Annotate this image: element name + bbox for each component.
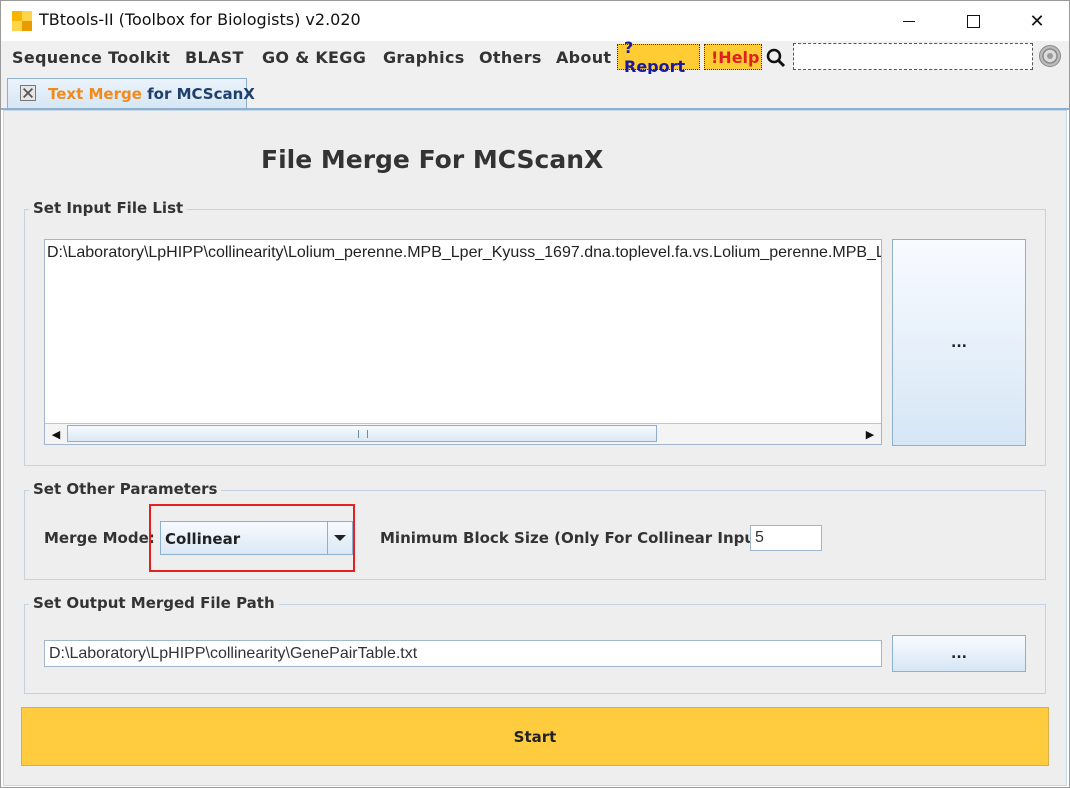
menu-go-kegg[interactable]: GO & KEGG (262, 48, 366, 67)
scroll-left-icon[interactable]: ◀ (46, 425, 66, 443)
horizontal-scrollbar[interactable]: ◀ ▶ (45, 423, 881, 444)
output-path-input[interactable]: D:\Laboratory\LpHIPP\collinearity\GenePa… (44, 640, 882, 667)
close-icon: ✕ (1029, 10, 1045, 32)
merge-mode-label: Merge Mode: (44, 529, 155, 547)
tab-title: Text Merge for MCScanX (48, 85, 255, 103)
close-icon[interactable] (20, 85, 36, 101)
minimize-button[interactable] (877, 1, 941, 41)
input-file-group-title: Set Input File List (29, 199, 188, 217)
tab-title-highlight: Text Merge (48, 85, 142, 103)
list-item[interactable]: D:\Laboratory\LpHIPP\collinearity\Lolium… (47, 244, 881, 262)
output-path-group-title: Set Output Merged File Path (29, 594, 279, 612)
help-button[interactable]: !Help (704, 44, 762, 70)
minimize-icon (903, 20, 915, 22)
start-button[interactable]: Start (21, 707, 1049, 766)
tab-strip: Text Merge for MCScanX (1, 74, 1069, 109)
title-bar: TBtools-II (Toolbox for Biologists) v2.0… (1, 1, 1069, 41)
grip-icon (358, 430, 368, 438)
merge-mode-dropdown[interactable]: Collinear (160, 521, 353, 555)
close-window-button[interactable]: ✕ (1005, 1, 1069, 41)
browse-output-button[interactable]: ... (892, 635, 1026, 672)
menu-sequence-toolkit[interactable]: Sequence Toolkit (12, 48, 170, 67)
magnifier-icon[interactable] (765, 47, 787, 69)
window-title: TBtools-II (Toolbox for Biologists) v2.0… (39, 10, 361, 29)
merge-mode-value: Collinear (165, 530, 241, 548)
browse-input-files-button[interactable]: ... (892, 239, 1026, 446)
min-block-size-input[interactable]: 5 (750, 525, 822, 551)
search-input[interactable] (793, 43, 1033, 70)
maximize-button[interactable] (941, 1, 1005, 41)
parameters-group-title: Set Other Parameters (29, 480, 222, 498)
menu-graphics[interactable]: Graphics (383, 48, 465, 67)
scrollbar-thumb[interactable] (67, 425, 657, 442)
gear-icon[interactable] (1038, 44, 1062, 68)
maximize-icon (966, 14, 980, 28)
input-file-list[interactable]: D:\Laboratory\LpHIPP\collinearity\Lolium… (44, 239, 882, 445)
scroll-right-icon[interactable]: ▶ (860, 425, 880, 443)
tbtools-cube-icon (12, 11, 32, 31)
tab-text-merge[interactable]: Text Merge for MCScanX (7, 78, 255, 109)
menu-blast[interactable]: BLAST (185, 48, 244, 67)
min-block-size-label: Minimum Block Size (Only For Collinear I… (380, 529, 776, 547)
tab-title-rest: for MCScanX (141, 85, 255, 103)
app-window: TBtools-II (Toolbox for Biologists) v2.0… (0, 0, 1070, 788)
menu-about[interactable]: About (556, 48, 611, 67)
page-title: File Merge For MCScanX (261, 145, 604, 174)
menu-bar: Sequence Toolkit BLAST GO & KEGG Graphic… (1, 38, 1069, 76)
chevron-down-icon[interactable] (327, 522, 352, 554)
report-button[interactable]: ?Report (617, 38, 700, 76)
menu-others[interactable]: Others (479, 48, 542, 67)
